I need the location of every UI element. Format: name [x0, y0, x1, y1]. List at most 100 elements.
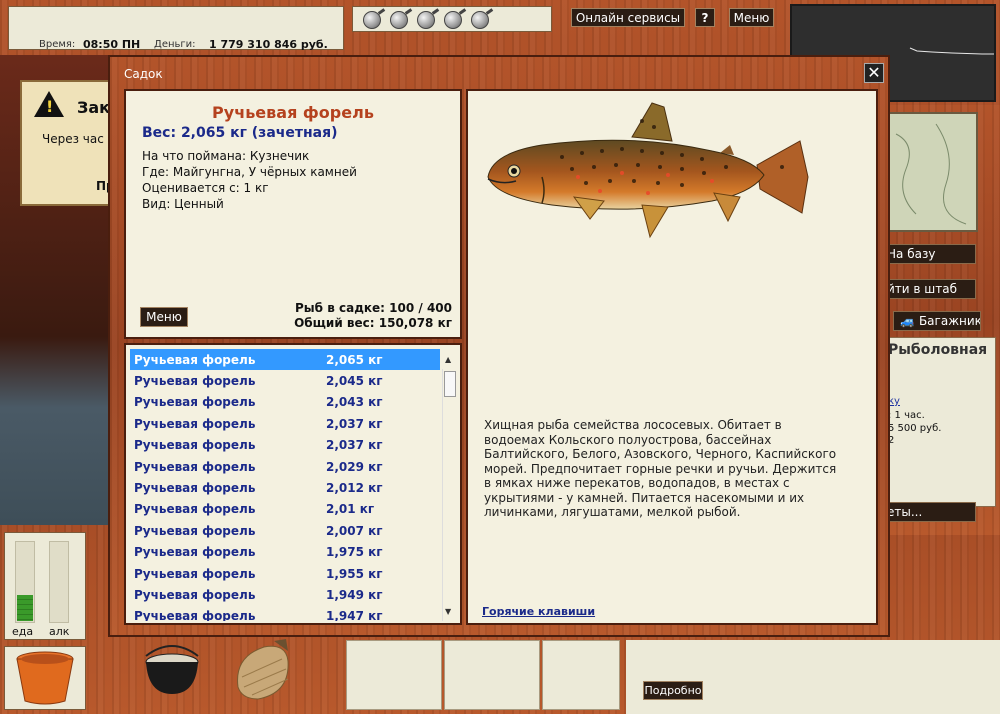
- time-label: Время:: [39, 39, 76, 50]
- bucket-slot[interactable]: [4, 646, 86, 710]
- details-button[interactable]: Подробно: [643, 681, 703, 700]
- fish-row-weight: 1,975 кг: [326, 545, 383, 560]
- fish-list-panel: Ручьевая форель 2,065 кг Ручьевая форель 2,…: [124, 343, 462, 625]
- shop-time: : 1 час.: [888, 410, 925, 421]
- scroll-up-icon[interactable]: ▲: [445, 355, 451, 364]
- fish-info-panel: Ручьевая форель Вес: 2,065 кг (зачетная)…: [124, 89, 462, 339]
- scroll-down-icon[interactable]: ▼: [445, 607, 451, 616]
- time-value: 08:50 ПН: [83, 38, 141, 51]
- scrollbar[interactable]: ▲ ▼: [442, 355, 456, 621]
- fish-list-row[interactable]: Ручьевая форель 2,037 кг: [130, 435, 440, 456]
- inventory-slot[interactable]: [444, 640, 540, 710]
- alcohol-label: алк: [49, 625, 70, 638]
- notice-text: Через час: [42, 132, 104, 146]
- fish-list-row[interactable]: Ручьевая форель 1,947 кг: [130, 606, 440, 621]
- trout-image: [487, 102, 809, 239]
- reel-icon[interactable]: [390, 11, 408, 29]
- fish-row-weight: 2,043 кг: [326, 395, 383, 410]
- help-button[interactable]: ?: [695, 8, 715, 27]
- fish-row-weight: 2,045 кг: [326, 374, 383, 389]
- region-map[interactable]: [884, 112, 978, 232]
- needs-meters: еда алк: [4, 532, 86, 640]
- hotkeys-link[interactable]: Горячие клавиши: [482, 605, 595, 618]
- rated-from: Оценивается с: 1 кг: [142, 181, 269, 195]
- fish-list-row[interactable]: Ручьевая форель 1,975 кг: [130, 542, 440, 563]
- fish-row-weight: 2,007 кг: [326, 523, 383, 538]
- reel-icon[interactable]: [363, 11, 381, 29]
- fish-row-weight: 2,01 кг: [326, 502, 375, 517]
- fish-name: Ручьевая форель: [212, 103, 374, 122]
- fish-row-weight: 1,949 кг: [326, 587, 383, 602]
- fish-list-row[interactable]: Ручьевая форель 2,01 кг: [130, 499, 440, 520]
- to-hq-button[interactable]: йти в штаб: [880, 279, 976, 299]
- cauldron-icon[interactable]: [142, 640, 202, 698]
- fish-row-weight: 1,947 кг: [326, 609, 383, 621]
- inventory-slot[interactable]: [542, 640, 620, 710]
- reel-icon[interactable]: [444, 11, 462, 29]
- alcohol-meter: [49, 541, 69, 623]
- fish-row-name: Ручьевая форель: [134, 502, 256, 517]
- fish-menu-button[interactable]: Меню: [140, 307, 188, 327]
- sack-icon[interactable]: [228, 637, 298, 703]
- fish-row-weight: 2,065 кг: [326, 352, 383, 367]
- fish-row-name: Ручьевая форель: [134, 416, 256, 431]
- fish-kind: Вид: Ценный: [142, 197, 224, 211]
- fish-row-name: Ручьевая форель: [134, 395, 256, 410]
- reel-slots: [352, 6, 552, 32]
- reel-icon[interactable]: [417, 11, 435, 29]
- reel-icon[interactable]: [471, 11, 489, 29]
- online-services-button[interactable]: Онлайн сервисы: [571, 8, 685, 27]
- fish-list-row[interactable]: Ручьевая форель 2,037 кг: [130, 413, 440, 434]
- fish-row-weight: 2,012 кг: [326, 481, 383, 496]
- fish-count: Рыб в садке: 100 / 400: [295, 301, 452, 315]
- car-icon: 🚙: [900, 314, 915, 328]
- fish-list[interactable]: Ручьевая форель 2,065 кг Ручьевая форель 2,…: [130, 349, 440, 621]
- fish-row-name: Ручьевая форель: [134, 481, 256, 496]
- catch-location: Где: Майгунгна, У чёрных камней: [142, 165, 357, 179]
- fish-list-row[interactable]: Ручьевая форель 2,045 кг: [130, 370, 440, 391]
- trunk-button[interactable]: 🚙 Багажник: [893, 311, 981, 331]
- total-weight: Общий вес: 150,078 кг: [294, 316, 452, 330]
- to-base-button[interactable]: На базу: [880, 244, 976, 264]
- fish-row-name: Ручьевая форель: [134, 545, 256, 560]
- fish-row-name: Ручьевая форель: [134, 523, 256, 538]
- dialog-title: Садок: [124, 67, 163, 81]
- fish-row-weight: 2,037 кг: [326, 416, 383, 431]
- fish-list-row[interactable]: Ручьевая форель 2,012 кг: [130, 477, 440, 498]
- fish-description: Хищная рыба семейства лососевых. Обитает…: [484, 418, 837, 519]
- fish-list-row[interactable]: Ручьевая форель 1,955 кг: [130, 563, 440, 584]
- status-box: Время: 08:50 ПН Деньги: 1 779 310 846 ру…: [8, 6, 344, 51]
- tickets-button[interactable]: еты...: [880, 502, 976, 522]
- fish-list-row[interactable]: Ручьевая форель 2,065 кг: [130, 349, 440, 371]
- scroll-thumb[interactable]: [444, 371, 456, 397]
- fish-row-name: Ручьевая форель: [134, 374, 256, 389]
- shop-title: Рыболовная: [888, 342, 988, 358]
- fish-row-weight: 2,029 кг: [326, 459, 383, 474]
- food-meter-fill: [17, 594, 33, 621]
- notice-title: Зак: [77, 98, 111, 117]
- close-icon: ✕: [867, 63, 881, 82]
- fish-list-row[interactable]: Ручьевая форель 2,007 кг: [130, 520, 440, 541]
- fish-row-weight: 2,037 кг: [326, 438, 383, 453]
- map-contours: [895, 123, 967, 225]
- keepnet-dialog: Садок ✕ Ручьевая форель Вес: 2,065 кг (з…: [108, 55, 890, 637]
- bottom-info-panel: [626, 640, 1000, 714]
- inventory-slot[interactable]: [346, 640, 442, 710]
- fish-row-name: Ручьевая форель: [134, 459, 256, 474]
- fish-row-name: Ручьевая форель: [134, 438, 256, 453]
- fish-image-panel: Хищная рыба семейства лососевых. Обитает…: [466, 89, 878, 625]
- fish-list-row[interactable]: Ручьевая форель 2,029 кг: [130, 456, 440, 477]
- close-button[interactable]: ✕: [864, 63, 884, 83]
- fish-list-row[interactable]: Ручьевая форель 2,043 кг: [130, 392, 440, 413]
- fish-list-row[interactable]: Ручьевая форель 1,949 кг: [130, 584, 440, 605]
- fish-row-name: Ручьевая форель: [134, 587, 256, 602]
- fish-weight: Вес: 2,065 кг (зачетная): [142, 125, 338, 141]
- bucket-icon: [16, 651, 74, 705]
- shop-panel: Рыболовная ку : 1 час. 5 500 руб. 2: [884, 337, 996, 507]
- money-value: 1 779 310 846 руб.: [209, 38, 328, 51]
- money-label: Деньги:: [154, 39, 196, 50]
- food-meter: [15, 541, 35, 623]
- trunk-label: Багажник: [918, 314, 981, 328]
- fish-row-name: Ручьевая форель: [134, 566, 256, 581]
- main-menu-button[interactable]: Меню: [729, 8, 774, 27]
